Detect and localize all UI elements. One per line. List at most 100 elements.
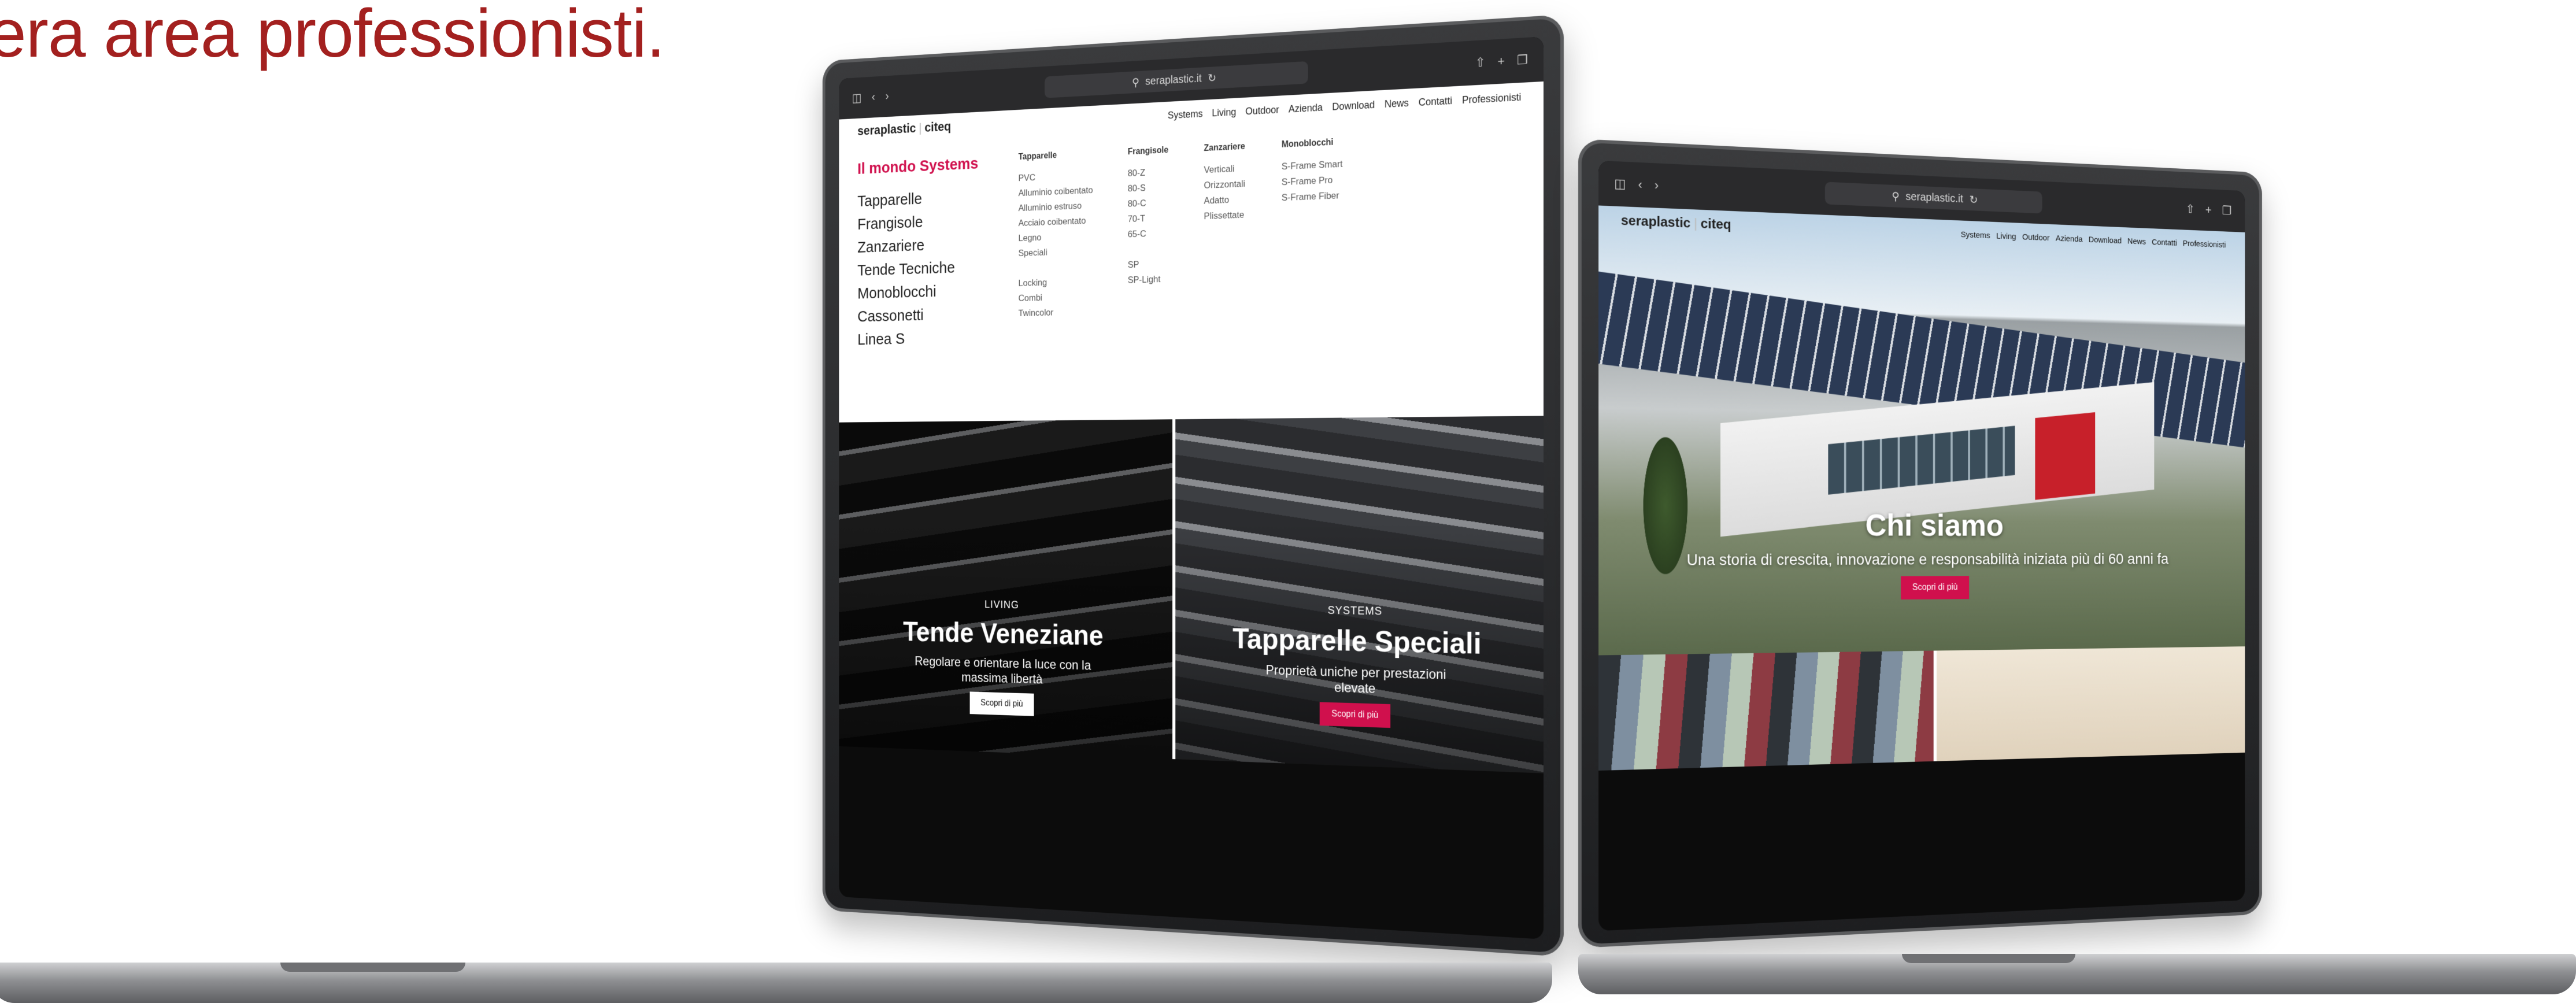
discover-button[interactable]: Scopri di più — [1901, 576, 1970, 600]
nav-professionisti[interactable]: Professionisti — [2183, 239, 2226, 250]
submenu-item[interactable]: Combi — [1019, 291, 1093, 304]
nav-contatti[interactable]: Contatti — [1419, 95, 1452, 109]
nav-outdoor[interactable]: Outdoor — [1245, 104, 1279, 117]
site-logo[interactable]: seraplastic | citeq — [1621, 213, 1731, 233]
hero-text: Chi siamo Una storia di crescita, innova… — [1598, 505, 2245, 602]
submenu-item[interactable]: 80-Z — [1128, 166, 1168, 179]
submenu-item[interactable]: S-Frame Fiber — [1282, 190, 1343, 204]
menu-heading: Il mondo Systems — [857, 154, 979, 178]
discover-button[interactable]: Scopri di più — [1320, 702, 1390, 728]
fabric-swatches-image — [1598, 650, 1934, 771]
interior-image — [1937, 646, 2245, 761]
menu-column-tapparelle: Tapparelle PVC Alluminio coibentato Allu… — [1019, 149, 1093, 399]
submenu-item[interactable]: Alluminio coibentato — [1019, 185, 1093, 199]
menu-primary-column: Il mondo Systems Tapparelle Frangisole Z… — [857, 154, 984, 401]
submenu-item[interactable]: SP — [1128, 258, 1168, 271]
logo-main: seraplastic — [1620, 213, 1691, 231]
laptop-left: ◫ ‹ › ⚲ seraplastic.it ↻ ⇧ + ❐ seraplast… — [0, 14, 1564, 1003]
menu-item-tapparelle[interactable]: Tapparelle — [857, 187, 984, 210]
hero-section: seraplastic | citeq Systems Living Outdoor… — [1598, 205, 2245, 656]
forward-icon[interactable]: › — [886, 90, 889, 103]
nav-azienda[interactable]: Azienda — [1289, 102, 1323, 115]
nav-download[interactable]: Download — [1332, 99, 1375, 113]
reload-icon[interactable]: ↻ — [1208, 71, 1216, 85]
nav-download[interactable]: Download — [2089, 235, 2122, 245]
submenu-item[interactable]: 80-S — [1128, 182, 1168, 194]
nav-systems[interactable]: Systems — [1961, 230, 1990, 240]
submenu-item[interactable]: Speciali — [1019, 246, 1093, 259]
submenu-item[interactable]: Alluminio estruso — [1019, 200, 1093, 214]
laptop-left-base — [0, 963, 1552, 1003]
submenu-item[interactable]: PVC — [1019, 170, 1093, 184]
share-icon[interactable]: ⇧ — [1475, 55, 1486, 71]
submenu-item[interactable]: S-Frame Pro — [1282, 174, 1343, 188]
sidebar-icon[interactable]: ◫ — [1614, 176, 1626, 192]
panel-living[interactable]: LIVING Tende Veneziane Regolare e orient… — [839, 419, 1172, 760]
share-icon[interactable]: ⇧ — [2186, 202, 2194, 217]
column-title: Monoblocchi — [1281, 138, 1334, 150]
menu-item-frangisole[interactable]: Frangisole — [857, 211, 984, 234]
submenu-item[interactable]: 80-C — [1128, 197, 1168, 210]
address-bar[interactable]: ⚲ seraplastic.it ↻ — [1824, 182, 2042, 214]
menu-item-linea-s[interactable]: Linea S — [857, 328, 984, 349]
column-title: Zanzariere — [1204, 142, 1245, 153]
back-icon[interactable]: ‹ — [1638, 177, 1642, 193]
submenu-item[interactable]: Verticali — [1204, 163, 1245, 176]
search-icon: ⚲ — [1892, 190, 1900, 203]
address-bar[interactable]: ⚲ seraplastic.it ↻ — [1045, 61, 1308, 98]
tabs-icon[interactable]: ❐ — [1517, 53, 1528, 68]
submenu-item[interactable]: Acciaio coibentato — [1019, 215, 1093, 228]
hero-description: Una storia di crescita, innovazione e re… — [1686, 550, 2169, 569]
nav-contatti[interactable]: Contatti — [2152, 238, 2177, 248]
menu-item-cassonetti[interactable]: Cassonetti — [857, 305, 984, 326]
forward-icon[interactable]: › — [1655, 178, 1659, 193]
submenu-item[interactable]: Adatto — [1204, 194, 1245, 206]
nav-systems[interactable]: Systems — [1168, 108, 1203, 121]
laptop-left-screen: ◫ ‹ › ⚲ seraplastic.it ↻ ⇧ + ❐ seraplast… — [839, 36, 1544, 939]
submenu-item[interactable]: Plissettate — [1204, 209, 1245, 222]
back-icon[interactable]: ‹ — [872, 90, 875, 104]
menu-column-zanzariere: Zanzariere Verticali Orizzontali Adatto … — [1204, 142, 1245, 397]
nav-living[interactable]: Living — [1212, 106, 1236, 119]
submenu-item[interactable]: 65-C — [1128, 228, 1168, 240]
submenu-item[interactable]: Legno — [1019, 231, 1093, 244]
menu-column-monoblocchi: Monoblocchi S-Frame Smart S-Frame Pro S-… — [1282, 137, 1343, 396]
site-logo[interactable]: seraplastic | citeq — [857, 119, 951, 139]
reload-icon[interactable]: ↻ — [1970, 193, 1978, 206]
address-bar-url: seraplastic.it — [1905, 190, 1963, 205]
nav-news[interactable]: News — [2127, 236, 2146, 246]
submenu-item[interactable]: S-Frame Smart — [1282, 158, 1343, 172]
column-title: Tapparelle — [1018, 150, 1057, 162]
sidebar-icon[interactable]: ◫ — [852, 91, 862, 105]
submenu-item[interactable]: Orizzontali — [1204, 179, 1245, 191]
column-title: Frangisole — [1127, 145, 1169, 157]
submenu-item[interactable]: 70-T — [1128, 212, 1168, 225]
submenu-item[interactable]: Locking — [1019, 276, 1093, 288]
panel-eyebrow: LIVING — [984, 598, 1019, 612]
submenu-item[interactable]: SP-Light — [1128, 273, 1168, 286]
panel-systems[interactable]: SYSTEMS Tapparelle Speciali Proprietà un… — [1175, 416, 1544, 773]
nav-living[interactable]: Living — [1996, 231, 2016, 241]
submenu-item[interactable]: Twincolor — [1019, 306, 1093, 319]
logo-sub: citeq — [1700, 216, 1731, 233]
mega-menu: Il mondo Systems Tapparelle Frangisole Z… — [839, 110, 1544, 423]
nav-outdoor[interactable]: Outdoor — [2022, 232, 2049, 242]
menu-column-frangisole: Frangisole 80-Z 80-S 80-C 70-T 65-C SP S… — [1128, 146, 1168, 398]
new-tab-icon[interactable]: + — [2205, 203, 2212, 217]
discover-button[interactable]: Scopri di più — [969, 691, 1034, 716]
laptop-right: ◫ ‹ › ⚲ seraplastic.it ↻ ⇧ + ❐ seraplast… — [1578, 139, 2576, 994]
feature-panels: LIVING Tende Veneziane Regolare e orient… — [839, 416, 1544, 773]
nav-news[interactable]: News — [1385, 97, 1409, 110]
menu-item-zanzariere[interactable]: Zanzariere — [857, 234, 984, 257]
hero-title: Chi siamo — [1865, 507, 2004, 543]
tabs-icon[interactable]: ❐ — [2222, 203, 2231, 218]
new-tab-icon[interactable]: + — [1497, 54, 1504, 69]
panel-title: Tende Veneziane — [903, 616, 1104, 652]
nav-professionisti[interactable]: Professionisti — [1462, 91, 1521, 106]
menu-item-tende-tecniche[interactable]: Tende Tecniche — [857, 258, 984, 280]
search-icon: ⚲ — [1132, 76, 1139, 89]
image-strip — [1598, 646, 2245, 771]
menu-item-monoblocchi[interactable]: Monoblocchi — [857, 282, 984, 303]
nav-azienda[interactable]: Azienda — [2056, 234, 2083, 244]
panel-description: Regolare e orientare la luce con la mass… — [915, 654, 1091, 687]
